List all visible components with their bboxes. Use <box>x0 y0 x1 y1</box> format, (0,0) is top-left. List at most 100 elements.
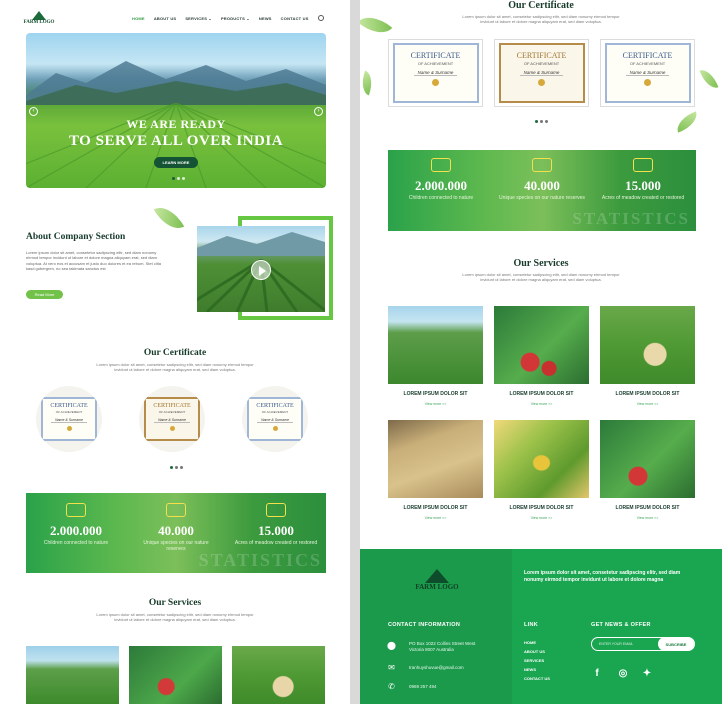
coins-icon <box>431 158 451 172</box>
view-more-link[interactable]: View more >> <box>600 516 695 520</box>
service-image-corn[interactable] <box>494 420 589 498</box>
leaf-decoration <box>699 66 719 92</box>
certificate-heading: CERTIFICATE <box>516 51 567 60</box>
certificate-card[interactable]: CERTIFICATE OF ACHIEVEMENT Name & Surnam… <box>139 386 205 452</box>
carousel-dot[interactable] <box>535 120 538 123</box>
contact-email[interactable]: tranhuyshuvue@gmail.com <box>409 665 464 671</box>
slider-dots <box>172 177 185 180</box>
certificate-name: Name & Surname <box>519 70 564 76</box>
hero-heading-line1: WE ARE READY <box>126 117 226 131</box>
stat-value: 40.000 <box>524 178 560 193</box>
tractor-icon <box>266 503 286 517</box>
stat-value: 2.000.000 <box>415 178 467 193</box>
page-separator <box>350 0 360 704</box>
stat-label: Acres of meadow created or restored <box>234 540 318 546</box>
slider-dot[interactable] <box>182 177 185 180</box>
certificate-name: Name & Surname <box>51 418 87 423</box>
nav-item-home[interactable]: HOME <box>132 16 145 21</box>
certificate-card[interactable]: CERTIFICATE OF ACHIEVEMENT Name & Surnam… <box>36 386 102 452</box>
facebook-icon[interactable]: f <box>591 668 603 680</box>
subscribe-button[interactable]: SUBCRIBE <box>658 637 694 651</box>
links-heading: LINK <box>524 622 539 628</box>
farm-logo[interactable]: FARM LOGO <box>22 6 56 30</box>
footer-link-services[interactable]: SERVICES <box>524 656 550 665</box>
certificate-card[interactable]: CERTIFICATE OF ACHIEVEMENT Name & Surnam… <box>388 39 483 107</box>
stat-label: Children connected to nature <box>408 195 474 201</box>
seal-icon <box>432 79 439 86</box>
play-video-icon[interactable] <box>251 260 271 280</box>
certificate-card[interactable]: CERTIFICATE OF ACHIEVEMENT Name & Surnam… <box>242 386 308 452</box>
footer-link-news[interactable]: NEWS <box>524 665 550 674</box>
services-title: Our Services <box>513 258 569 269</box>
service-image-tea-pickers[interactable] <box>600 306 695 384</box>
slider-prev-icon[interactable]: ‹ <box>29 107 38 116</box>
service-image-wheat[interactable] <box>388 420 483 498</box>
search-icon[interactable] <box>318 15 324 21</box>
service-image-field[interactable] <box>26 646 119 704</box>
tractor-icon <box>633 158 653 172</box>
nav-item-about[interactable]: ABOUT US <box>154 16 177 21</box>
services-title: Our Services <box>148 598 202 608</box>
service-card-title[interactable]: LOREM IPSUM DOLOR SIT <box>388 391 483 397</box>
certificate-card[interactable]: CERTIFICATE OF ACHIEVEMENT Name & Surnam… <box>494 39 589 107</box>
carousel-dot[interactable] <box>180 466 183 469</box>
instagram-icon[interactable]: ◎ <box>617 668 629 680</box>
nav-item-contact[interactable]: CONTACT US <box>281 16 309 21</box>
service-card-title[interactable]: LOREM IPSUM DOLOR SIT <box>494 505 589 511</box>
certificate-subheading: OF ACHIEVEMENT <box>55 410 83 414</box>
service-image-field[interactable] <box>388 306 483 384</box>
service-image-radish[interactable] <box>129 646 222 704</box>
service-card-title[interactable]: LOREM IPSUM DOLOR SIT <box>600 391 695 397</box>
leaf-decoration <box>360 8 393 42</box>
service-image-radish[interactable] <box>600 420 695 498</box>
hero-heading-line2: TO SERVE ALL OVER INDIA <box>68 133 284 149</box>
view-more-link[interactable]: View more >> <box>494 516 589 520</box>
carousel-dot[interactable] <box>540 120 543 123</box>
footer-link-contact[interactable]: CONTACT US <box>524 674 550 683</box>
certificate-card[interactable]: CERTIFICATE OF ACHIEVEMENT Name & Surnam… <box>600 39 695 107</box>
certificate-name: Name & Surname <box>625 70 670 76</box>
footer-link-home[interactable]: HOME <box>524 638 550 647</box>
certificate-heading: CERTIFICATE <box>410 51 461 60</box>
service-image-tea-pickers[interactable] <box>232 646 325 704</box>
learn-more-button[interactable]: LEARN MORE <box>154 157 198 168</box>
service-card-title[interactable]: LOREM IPSUM DOLOR SIT <box>388 505 483 511</box>
certificate-subheading: OF ACHIEVEMENT <box>417 61 454 66</box>
carousel-dot[interactable] <box>545 120 548 123</box>
seal-icon <box>169 426 175 431</box>
slider-dot[interactable] <box>177 177 180 180</box>
slider-next-icon[interactable]: › <box>314 107 323 116</box>
statistics-banner: STATISTICS 2.000.000 Children connected … <box>26 493 326 573</box>
contact-heading: CONTACT INFORMATION <box>388 622 461 628</box>
phone-icon: ✆ <box>388 682 395 691</box>
read-more-button[interactable]: Read More <box>26 290 63 299</box>
service-card-title[interactable]: LOREM IPSUM DOLOR SIT <box>494 391 589 397</box>
certificate-subheading: OF ACHIEVEMENT <box>158 410 186 414</box>
view-more-link[interactable]: View more >> <box>494 402 589 406</box>
stat-value: 2.000.000 <box>50 523 102 538</box>
nav-item-products[interactable]: PRODUCTS ⌄ <box>221 16 250 21</box>
contact-phone[interactable]: 0969 257 494 <box>409 684 437 690</box>
stat-label: Acres of meadow created or restored <box>601 195 685 201</box>
nav-item-news[interactable]: NEWS <box>259 16 272 21</box>
twitter-icon[interactable]: ✦ <box>641 668 653 680</box>
seal-icon <box>272 426 278 431</box>
newsletter-email-input[interactable]: ENTER YOUR EMAIL <box>592 642 658 646</box>
statistics-watermark: STATISTICS <box>572 209 690 228</box>
slider-dot[interactable] <box>172 177 175 180</box>
footer-logo-text: FARM LOGO <box>415 583 459 591</box>
footer-logo[interactable]: FARM LOGO <box>412 559 462 601</box>
service-card-title[interactable]: LOREM IPSUM DOLOR SIT <box>600 505 695 511</box>
barn-icon <box>532 158 552 172</box>
carousel-dot[interactable] <box>170 466 173 469</box>
nav-item-services[interactable]: SERVICES ⌄ <box>185 16 212 21</box>
logo-text: FARM LOGO <box>23 19 55 25</box>
services-subtitle: Lorem ipsum dolor sit amet, consetetur s… <box>462 272 620 282</box>
certificate-heading: CERTIFICATE <box>622 51 673 60</box>
service-image-radish[interactable] <box>494 306 589 384</box>
carousel-dot[interactable] <box>175 466 178 469</box>
view-more-link[interactable]: View more >> <box>388 516 483 520</box>
view-more-link[interactable]: View more >> <box>600 402 695 406</box>
footer-link-about[interactable]: ABOUT US <box>524 647 550 656</box>
view-more-link[interactable]: View more >> <box>388 402 483 406</box>
